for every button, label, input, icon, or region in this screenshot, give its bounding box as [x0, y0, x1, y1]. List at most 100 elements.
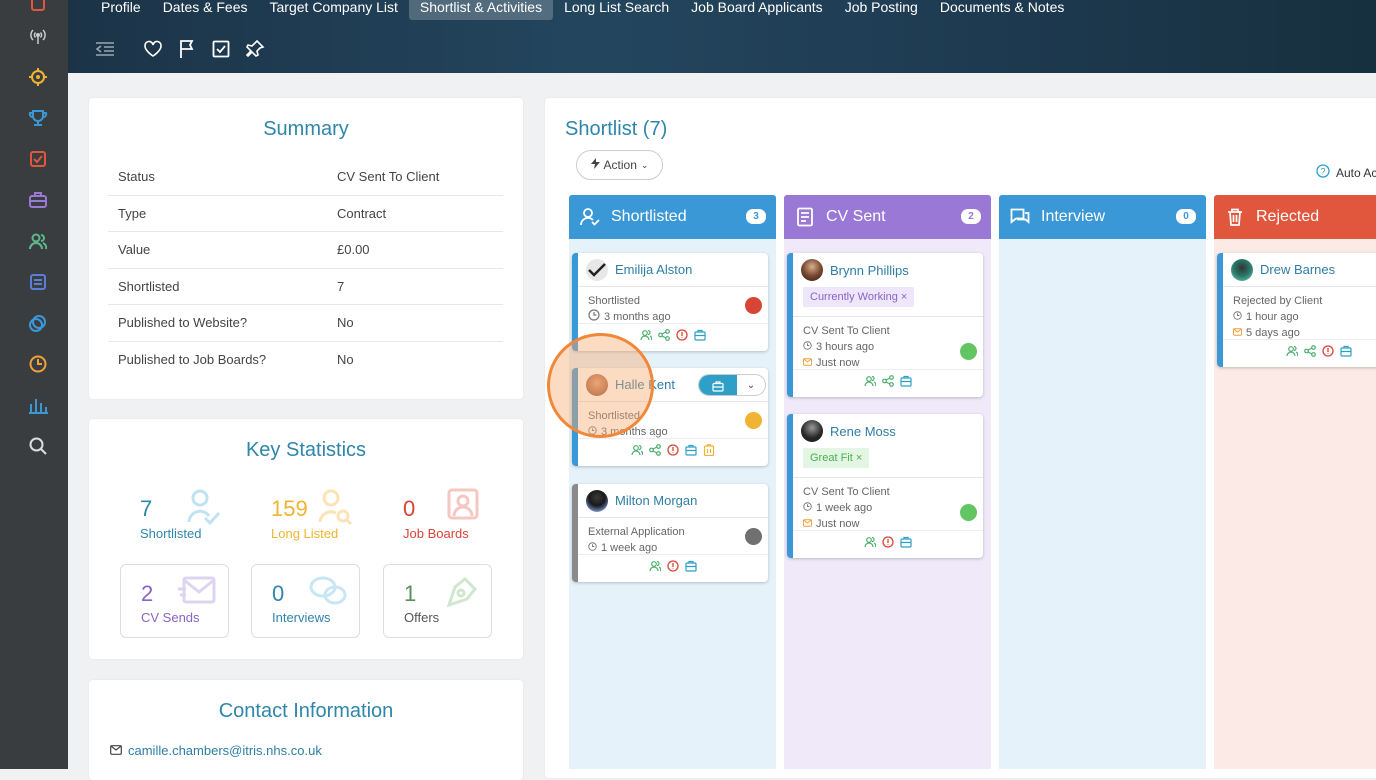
document-icon[interactable] — [27, 0, 49, 14]
candidate-card-rene[interactable]: Rene Moss Great Fit × CV Sent To Client … — [787, 414, 983, 558]
candidate-card-drew[interactable]: Drew Barnes Rejected by Client 1 hour ag… — [1217, 253, 1376, 367]
candidate-name[interactable]: Emilija Alston — [615, 262, 692, 277]
share-icon[interactable] — [658, 328, 670, 346]
left-nav-rail — [0, 0, 68, 769]
antenna-icon[interactable] — [27, 25, 49, 47]
alert-icon[interactable] — [1322, 344, 1334, 362]
share-icon[interactable] — [1304, 344, 1316, 362]
tag-currently-working[interactable]: Currently Working × — [803, 287, 915, 307]
card-status: External Application — [588, 526, 685, 538]
stat-shortlisted[interactable]: 7 Shortlisted — [140, 489, 270, 556]
stat-label: Long Listed — [271, 526, 339, 541]
briefcase-icon[interactable] — [1340, 344, 1352, 362]
chat-icon — [1009, 206, 1031, 228]
close-icon[interactable]: × — [856, 452, 862, 464]
heart-icon[interactable] — [142, 38, 164, 60]
stat-long-listed[interactable]: 159 Long Listed — [271, 489, 401, 556]
card-actions — [578, 554, 768, 580]
tab-long-list-search[interactable]: Long List Search — [553, 0, 680, 20]
candidate-card-brynn[interactable]: Brynn Phillips Currently Working × CV Se… — [787, 253, 983, 397]
summary-panel: Summary Status CV Sent To Client Type Cont… — [89, 98, 523, 399]
people-icon[interactable] — [649, 559, 662, 577]
stat-interviews[interactable]: 0 Interviews — [251, 564, 360, 638]
stat-label: Offers — [404, 610, 440, 625]
trophy-icon[interactable] — [27, 107, 49, 129]
pin-icon[interactable] — [244, 38, 266, 60]
stat-job-boards[interactable]: 0 Job Boards — [403, 488, 533, 556]
share-icon[interactable] — [882, 374, 894, 392]
briefcase-icon[interactable] — [900, 535, 912, 553]
chevron-down-icon: ⌄ — [640, 159, 649, 170]
alert-icon[interactable] — [667, 443, 679, 461]
tab-job-posting[interactable]: Job Posting — [834, 0, 929, 20]
clock-icon — [1233, 309, 1242, 325]
stat-label: Shortlisted — [140, 526, 202, 541]
stat-number: 2 — [141, 581, 154, 606]
people-icon[interactable] — [640, 328, 653, 346]
tab-profile[interactable]: Profile — [90, 0, 152, 20]
tab-target-company-list[interactable]: Target Company List — [259, 0, 409, 20]
email-link[interactable]: camille.chambers@itris.nhs.co.uk — [128, 743, 322, 758]
close-icon[interactable]: × — [901, 291, 907, 303]
briefcase-icon[interactable] — [685, 559, 697, 577]
id-badge-icon[interactable] — [703, 443, 715, 461]
tab-job-board-applicants[interactable]: Job Board Applicants — [680, 0, 834, 20]
briefcase-icon[interactable] — [27, 189, 49, 211]
alert-icon[interactable] — [676, 328, 688, 346]
column-header: Interview 0 — [999, 195, 1206, 239]
stat-offers[interactable]: 1 Offers — [383, 564, 492, 638]
clock-icon[interactable] — [27, 353, 49, 375]
list-document-icon[interactable] — [27, 271, 49, 293]
tab-shortlist-activities[interactable]: Shortlist & Activities — [408, 0, 554, 20]
user-check-icon — [579, 206, 601, 228]
people-icon[interactable] — [864, 374, 877, 392]
card-header: Rene Moss — [793, 414, 983, 448]
column-count: 2 — [961, 209, 981, 224]
checkbox-icon[interactable] — [27, 148, 49, 170]
tag-great-fit[interactable]: Great Fit × — [803, 448, 870, 468]
target-icon[interactable] — [27, 66, 49, 88]
candidate-name[interactable]: Milton Morgan — [615, 493, 697, 508]
card-status: CV Sent To Client — [803, 325, 890, 337]
id-card-icon — [447, 488, 479, 525]
contact-email[interactable]: camille.chambers@itris.nhs.co.uk — [110, 743, 322, 758]
header-bar: Profile Dates & Fees Target Company List… — [68, 0, 1376, 73]
alert-icon[interactable] — [882, 535, 894, 553]
card-quick-action[interactable]: ⌄ — [698, 374, 766, 396]
checkbox-icon[interactable] — [210, 38, 232, 60]
briefcase-icon[interactable] — [699, 375, 737, 395]
money-icon[interactable] — [27, 312, 49, 334]
candidate-card-milton[interactable]: Milton Morgan External Application 1 wee… — [572, 484, 768, 582]
alert-icon[interactable] — [667, 559, 679, 577]
people-icon[interactable] — [27, 230, 49, 252]
clock-icon — [588, 540, 597, 556]
search-icon[interactable] — [27, 435, 49, 457]
user-search-icon — [318, 488, 353, 531]
summary-row: Value £0.00 — [108, 232, 503, 269]
briefcase-icon[interactable] — [900, 374, 912, 392]
people-icon[interactable] — [631, 443, 644, 461]
flag-icon[interactable] — [176, 38, 198, 60]
people-icon[interactable] — [864, 535, 877, 553]
share-icon[interactable] — [649, 443, 661, 461]
card-time-row: 1 hour ago — [1233, 309, 1376, 325]
user-check-icon — [187, 488, 221, 531]
tab-dates-fees[interactable]: Dates & Fees — [152, 0, 259, 20]
auto-toggle[interactable]: ? Auto Ac — [1316, 164, 1376, 181]
avatar — [586, 258, 608, 281]
candidate-name[interactable]: Rene Moss — [830, 424, 896, 439]
candidate-name[interactable]: Brynn Phillips — [830, 263, 909, 278]
briefcase-icon[interactable] — [685, 443, 697, 461]
action-button[interactable]: Action ⌄ — [576, 150, 663, 180]
candidate-name[interactable]: Drew Barnes — [1260, 262, 1335, 277]
stat-cv-sends[interactable]: 2 CV Sends — [120, 564, 229, 638]
card-header: Brynn Phillips — [793, 253, 983, 287]
tab-documents-notes[interactable]: Documents & Notes — [929, 0, 1076, 20]
chevron-down-icon[interactable]: ⌄ — [737, 375, 765, 395]
collapse-menu-icon[interactable] — [94, 38, 116, 60]
people-icon[interactable] — [1286, 344, 1299, 362]
card-status: CV Sent To Client — [803, 486, 890, 498]
briefcase-icon[interactable] — [694, 328, 706, 346]
stat-label: CV Sends — [141, 610, 200, 625]
bar-chart-icon[interactable] — [27, 394, 49, 416]
